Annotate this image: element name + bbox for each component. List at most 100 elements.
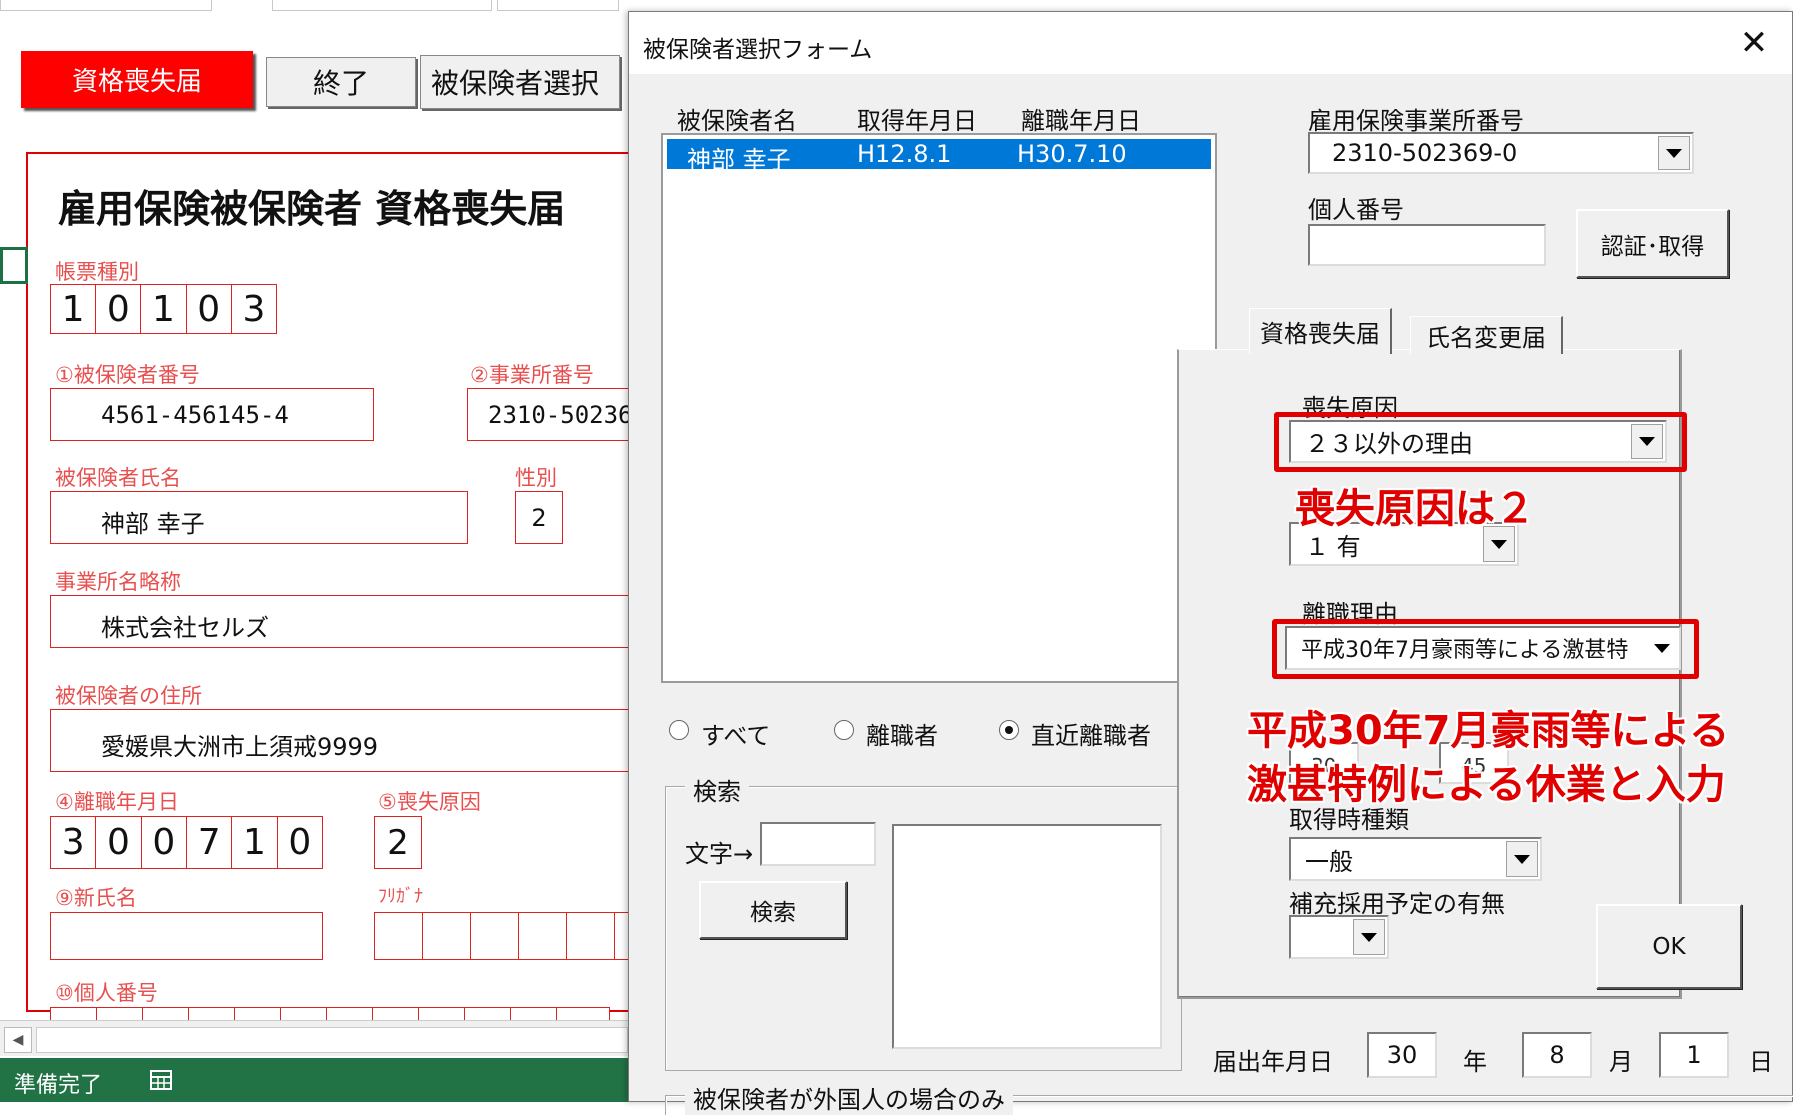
office-name-label: 事業所名略称 (55, 570, 181, 594)
address-label: 被保険者の住所 (55, 684, 202, 708)
name-box[interactable] (0, 0, 212, 11)
status-bar: 準備完了 (0, 1058, 630, 1102)
notify-year-unit: 年 (1463, 1048, 1487, 1076)
gender-label: 性別 (515, 466, 557, 490)
notify-day-input[interactable]: 1 (1659, 1032, 1729, 1078)
notify-month-value: 8 (1549, 1041, 1565, 1069)
chevron-down-icon[interactable] (1658, 136, 1690, 170)
list-item-name: 神部 幸子 (687, 146, 791, 174)
furigana-cell (375, 913, 423, 959)
leave-date-digit: 7 (187, 817, 233, 868)
insured-name-field[interactable]: 神部 幸子 (50, 491, 468, 544)
ledger-type-digit: 0 (96, 285, 142, 333)
search-results-box[interactable] (892, 824, 1162, 1049)
notify-month-input[interactable]: 8 (1522, 1032, 1592, 1078)
office-number-field[interactable]: 2310-502369-0 (467, 388, 647, 441)
insured-number-label: ①被保険者番号 (55, 363, 200, 387)
dialog-titlebar[interactable]: 被保険者選択フォーム ✕ (629, 12, 1792, 74)
leave-date-digit: 3 (51, 817, 97, 868)
ledger-type-digit: 3 (242, 288, 266, 330)
search-button[interactable]: 検索 (699, 881, 847, 939)
leave-date-field[interactable]: 300710 (50, 816, 323, 869)
insured-name-value: 神部 幸子 (101, 510, 205, 538)
office-number-value: 2310-502369-0 (488, 401, 647, 429)
scroll-thumb[interactable] (36, 1027, 628, 1053)
radio-all[interactable] (669, 720, 689, 740)
ribbon-cell (497, 0, 619, 11)
search-input[interactable] (760, 822, 876, 866)
gender-value: 2 (531, 503, 547, 532)
loss-form-button[interactable]: 資格喪失届 (21, 51, 253, 108)
office-no-dropdown[interactable]: 2310-502369-0 (1308, 132, 1694, 174)
new-name-field[interactable] (50, 912, 323, 960)
list-item-acquired: H12.8.1 (857, 140, 952, 168)
insured-listbox[interactable]: 神部 幸子 H12.8.1 H30.7.10 (661, 133, 1217, 683)
list-header-left: 離職年月日 (1021, 107, 1141, 135)
radio-left-label: 離職者 (866, 722, 938, 750)
horizontal-scrollbar[interactable]: ◀ (0, 1020, 630, 1056)
insured-number-field[interactable]: 4561-456145-4 (50, 388, 374, 441)
tab-name-change[interactable]: 氏名変更届 (1410, 316, 1563, 354)
radio-all-label: すべて (701, 722, 771, 750)
furigana-field[interactable] (374, 912, 647, 960)
loss-reason-value: 2 (387, 822, 409, 863)
office-name-value: 株式会社セルズ (101, 614, 269, 642)
office-no-label: 雇用保険事業所番号 (1308, 107, 1524, 135)
search-text-label: 文字→ (685, 840, 754, 868)
notify-year-value: 30 (1386, 1041, 1418, 1069)
acq-type-value: 一般 (1305, 847, 1353, 876)
search-group-label: 検索 (685, 772, 749, 807)
radio-recent[interactable] (999, 720, 1019, 740)
acq-type-dropdown[interactable]: 一般 (1289, 837, 1542, 881)
ledger-type-label: 帳票種別 (55, 260, 139, 284)
list-item[interactable]: 神部 幸子 H12.8.1 H30.7.10 (667, 139, 1211, 174)
tab-loss[interactable]: 資格喪失届 (1249, 308, 1392, 354)
leave-date-digit: 1 (232, 817, 278, 868)
exit-button[interactable]: 終了 (266, 57, 416, 107)
personal-number-input[interactable] (1308, 224, 1546, 266)
furigana-cell (567, 913, 615, 959)
radio-left[interactable] (834, 720, 854, 740)
close-icon[interactable]: ✕ (1729, 20, 1779, 66)
notify-year-input[interactable]: 30 (1367, 1032, 1437, 1078)
chevron-down-icon[interactable] (1506, 841, 1538, 877)
leave-date-label: ④離職年月日 (55, 790, 179, 814)
status-text: 準備完了 (14, 1073, 103, 1098)
highlight-box-loss-reason (1274, 412, 1687, 472)
ok-button[interactable]: OK (1596, 904, 1742, 989)
notify-date-label: 届出年月日 (1213, 1048, 1333, 1076)
loss-reason-field[interactable]: 2 (374, 816, 422, 869)
scroll-left-icon[interactable]: ◀ (4, 1027, 32, 1053)
annotation-leave-reason-line1: 平成30年7月豪雨等による (1247, 708, 1730, 754)
notify-day-unit: 日 (1749, 1048, 1773, 1076)
chevron-down-icon[interactable] (1353, 919, 1385, 955)
ledger-type-digit: 1 (51, 285, 97, 333)
insured-number-value: 4561-456145-4 (101, 401, 289, 429)
office-name-field[interactable]: 株式会社セルズ (50, 595, 647, 648)
address-field[interactable]: 愛媛県大洲市上須戒9999 (50, 709, 647, 772)
furigana-cell (471, 913, 519, 959)
radio-recent-label: 直近離職者 (1031, 722, 1151, 750)
macro-record-icon[interactable] (148, 1068, 174, 1092)
active-cell[interactable] (0, 247, 28, 284)
notify-month-unit: 月 (1609, 1048, 1633, 1076)
ledger-type-digit: 1 (141, 285, 187, 333)
list-header-acquired: 取得年月日 (857, 107, 977, 135)
personal-number-field[interactable] (50, 1007, 610, 1021)
furigana-label: ﾌﾘｶﾞﾅ (378, 886, 423, 907)
supplement-dropdown[interactable] (1289, 915, 1389, 959)
office-number-label: ②事業所番号 (470, 363, 594, 387)
select-insured-button[interactable]: 被保険者選択 (420, 55, 620, 109)
furigana-cell (519, 913, 567, 959)
leave-date-digit: 0 (96, 817, 142, 868)
auth-button[interactable]: 認証･取得 (1576, 209, 1729, 278)
insured-select-dialog: 被保険者選択フォーム ✕ 被保険者名 取得年月日 離職年月日 神部 幸子 H12… (628, 11, 1793, 1115)
personal-number-label: 個人番号 (1308, 196, 1404, 224)
ledger-type-field[interactable]: 10103 (50, 284, 277, 334)
leave-date-digit: 0 (288, 822, 312, 863)
gender-field[interactable]: 2 (515, 491, 563, 544)
ledger-type-digit: 0 (187, 285, 232, 333)
highlight-box-leave-reason (1272, 619, 1699, 679)
supplement-label: 補充採用予定の有無 (1289, 890, 1505, 918)
foreign-group-label: 被保険者が外国人の場合のみ (685, 1080, 1013, 1115)
